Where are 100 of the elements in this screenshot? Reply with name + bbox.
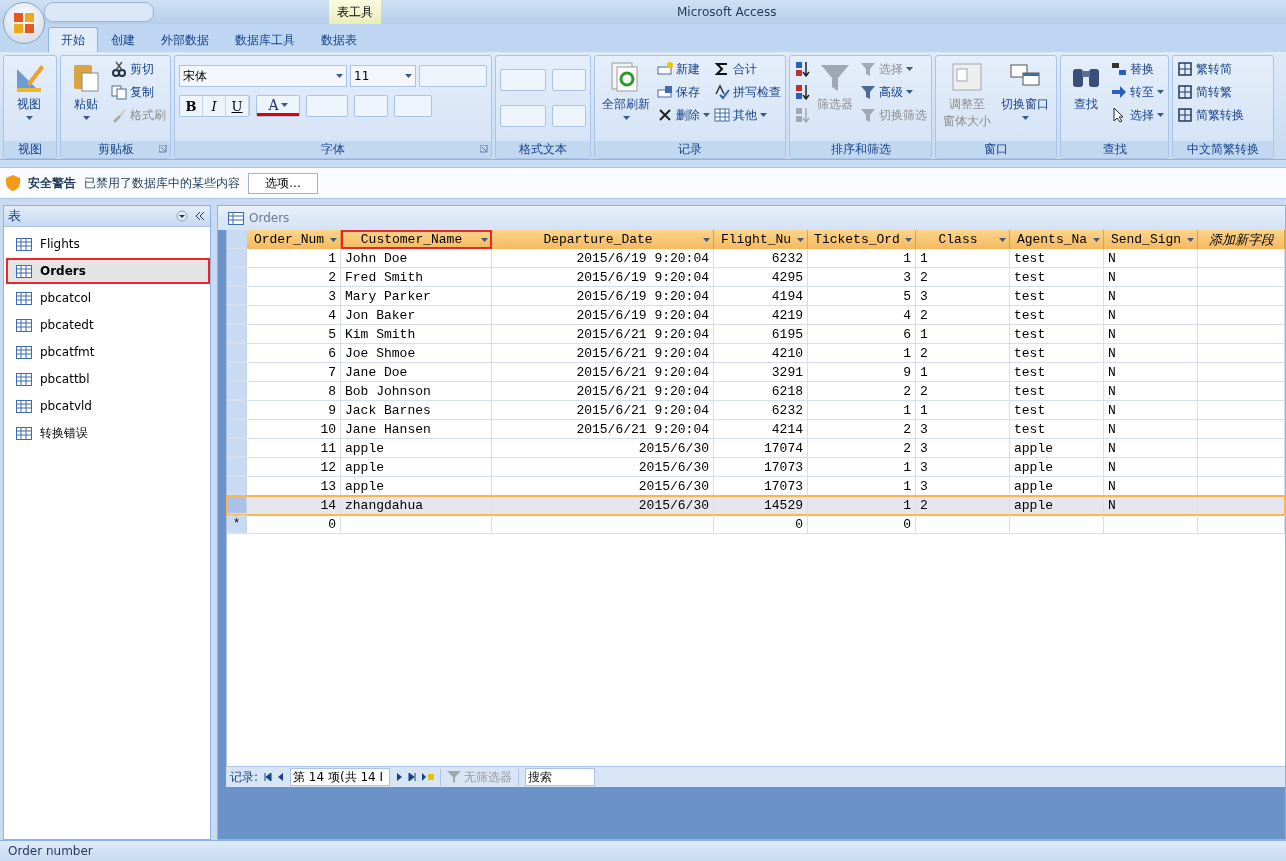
table-item[interactable]: pbcatcol bbox=[6, 285, 210, 311]
style-button[interactable]: B bbox=[180, 96, 203, 116]
office-button[interactable] bbox=[3, 2, 45, 44]
table-row[interactable]: 5 Kim Smith 2015/6/21 9:20:04 6195 6 1 test N bbox=[227, 325, 1285, 344]
new-record-icon[interactable] bbox=[422, 773, 435, 781]
table-row[interactable]: 2 Fred Smith 2015/6/19 9:20:04 4295 3 2 test N bbox=[227, 268, 1285, 287]
ribbon-button[interactable] bbox=[794, 82, 810, 102]
ribbon-button[interactable]: 简转繁 bbox=[1177, 82, 1244, 102]
ribbon-button[interactable]: 查找 bbox=[1065, 59, 1107, 115]
document-tab[interactable]: Orders bbox=[249, 211, 290, 225]
table-item[interactable]: 转换错误 bbox=[6, 420, 210, 446]
ribbon-button[interactable]: 高级 bbox=[860, 82, 927, 102]
style-button[interactable]: U bbox=[226, 96, 249, 116]
ribbon-button[interactable]: 替换 bbox=[1111, 59, 1164, 79]
style-button[interactable]: I bbox=[203, 96, 226, 116]
row-selector[interactable] bbox=[227, 420, 247, 438]
ribbon-tab[interactable]: 外部数据 bbox=[148, 27, 222, 52]
column-header[interactable]: Agents_Na bbox=[1010, 230, 1104, 249]
ribbon-button[interactable]: 删除 bbox=[657, 105, 710, 125]
ribbon-button[interactable]: 复制 bbox=[111, 82, 166, 102]
search-field[interactable]: 搜索 bbox=[525, 768, 596, 786]
record-position-field[interactable]: 第 14 项(共 14 I bbox=[290, 768, 391, 786]
ribbon-tab[interactable]: 数据表 bbox=[308, 27, 370, 52]
table-row[interactable]: 11 apple 2015/6/30 17074 2 3 apple N bbox=[227, 439, 1285, 458]
next-record-icon[interactable] bbox=[396, 773, 403, 781]
table-row[interactable]: 14 zhangdahua 2015/6/30 14529 1 2 apple N bbox=[227, 496, 1285, 515]
table-item[interactable]: pbcatvld bbox=[6, 393, 210, 419]
table-cell: 1 bbox=[808, 344, 916, 362]
row-selector[interactable] bbox=[227, 306, 247, 324]
context-tab-title: 表工具 bbox=[329, 0, 381, 24]
table-item[interactable]: pbcattbl bbox=[6, 366, 210, 392]
table-icon bbox=[16, 426, 32, 440]
ribbon-button[interactable]: 粘贴 bbox=[65, 59, 107, 122]
ribbon-button[interactable]: 简繁转换 bbox=[1177, 105, 1244, 125]
table-row[interactable]: 10 Jane Hansen 2015/6/21 9:20:04 4214 2 3 test N bbox=[227, 420, 1285, 439]
table-cell: N bbox=[1104, 420, 1198, 438]
table-row[interactable]: 9 Jack Barnes 2015/6/21 9:20:04 6232 1 1 test N bbox=[227, 401, 1285, 420]
row-selector[interactable] bbox=[227, 401, 247, 419]
column-header[interactable]: Flight_Nu bbox=[714, 230, 808, 249]
ribbon-button[interactable]: 新建 bbox=[657, 59, 710, 79]
dialog-launcher-icon[interactable] bbox=[159, 145, 167, 153]
ribbon-button[interactable]: 保存 bbox=[657, 82, 710, 102]
table-item[interactable]: Flights bbox=[6, 231, 210, 257]
ribbon-button[interactable]: 剪切 bbox=[111, 59, 166, 79]
ribbon-button[interactable]: 视图 bbox=[8, 59, 50, 122]
table-item[interactable]: pbcatedt bbox=[6, 312, 210, 338]
ribbon-button[interactable]: 转至 bbox=[1111, 82, 1164, 102]
select-all-corner[interactable] bbox=[227, 230, 247, 249]
dialog-launcher-icon[interactable] bbox=[480, 145, 488, 153]
ribbon-button[interactable]: 切换窗口 bbox=[998, 59, 1052, 122]
last-record-icon[interactable] bbox=[408, 773, 417, 781]
column-header[interactable]: Tickets_Ord bbox=[808, 230, 916, 249]
new-row-marker: * bbox=[227, 515, 247, 533]
previous-record-icon[interactable] bbox=[278, 773, 285, 781]
collapse-icon[interactable] bbox=[176, 210, 206, 222]
table-item[interactable]: Orders bbox=[6, 258, 210, 284]
ribbon-tab[interactable]: 开始 bbox=[48, 27, 98, 52]
row-selector[interactable] bbox=[227, 249, 247, 267]
row-selector[interactable] bbox=[227, 268, 247, 286]
first-record-icon[interactable] bbox=[264, 773, 273, 781]
ribbon-tab[interactable]: 数据库工具 bbox=[222, 27, 308, 52]
column-header[interactable]: Departure_Date bbox=[492, 230, 714, 249]
row-selector[interactable] bbox=[227, 344, 247, 362]
ribbon-button[interactable]: 繁转简 bbox=[1177, 59, 1244, 79]
row-selector[interactable] bbox=[227, 287, 247, 305]
row-selector[interactable] bbox=[227, 477, 247, 495]
column-header[interactable]: 添加新字段 bbox=[1198, 230, 1285, 249]
table-row[interactable]: 7 Jane Doe 2015/6/21 9:20:04 3291 9 1 test N bbox=[227, 363, 1285, 382]
row-selector[interactable] bbox=[227, 325, 247, 343]
ribbon-button[interactable]: 其他 bbox=[714, 105, 781, 125]
font-color-button[interactable]: A bbox=[257, 96, 299, 116]
ribbon-button[interactable]: 拼写检查 bbox=[714, 82, 781, 102]
ribbon-button[interactable] bbox=[794, 59, 810, 79]
table-row[interactable]: 1 John Doe 2015/6/19 9:20:04 6232 1 1 test N bbox=[227, 249, 1285, 268]
ribbon-button[interactable]: 合计 bbox=[714, 59, 781, 79]
table-row[interactable]: 8 Bob Johnson 2015/6/21 9:20:04 6218 2 2 test N bbox=[227, 382, 1285, 401]
row-selector[interactable] bbox=[227, 363, 247, 381]
table-row[interactable]: 12 apple 2015/6/30 17073 1 3 apple N bbox=[227, 458, 1285, 477]
font-size-field[interactable]: 11 bbox=[350, 65, 416, 87]
column-header[interactable]: Customer_Name bbox=[341, 230, 492, 249]
row-selector[interactable] bbox=[227, 439, 247, 457]
options-button[interactable]: 选项... bbox=[248, 172, 318, 194]
table-cell: test bbox=[1010, 249, 1104, 267]
font-field[interactable]: 宋体 bbox=[179, 65, 347, 87]
table-item[interactable]: pbcatfmt bbox=[6, 339, 210, 365]
table-row[interactable]: 4 Jon Baker 2015/6/19 9:20:04 4219 4 2 test N bbox=[227, 306, 1285, 325]
quick-access-toolbar[interactable] bbox=[44, 2, 154, 22]
column-header[interactable]: Order_Num bbox=[247, 230, 341, 249]
ribbon-button[interactable]: 选择 bbox=[1111, 105, 1164, 125]
row-selector[interactable] bbox=[227, 496, 247, 514]
table-row[interactable]: 3 Mary Parker 2015/6/19 9:20:04 4194 5 3 test N bbox=[227, 287, 1285, 306]
ribbon-button[interactable]: 全部刷新 bbox=[599, 59, 653, 122]
ribbon-tab[interactable]: 创建 bbox=[98, 27, 148, 52]
column-header[interactable]: Class bbox=[916, 230, 1010, 249]
table-row[interactable]: 6 Joe Shmoe 2015/6/21 9:20:04 4210 1 2 test N bbox=[227, 344, 1285, 363]
row-selector[interactable] bbox=[227, 382, 247, 400]
table-cell: 2015/6/21 9:20:04 bbox=[492, 382, 714, 400]
table-cell: 5 bbox=[247, 325, 341, 343]
row-selector[interactable] bbox=[227, 458, 247, 476]
column-header[interactable]: Send_Sign bbox=[1104, 230, 1198, 249]
